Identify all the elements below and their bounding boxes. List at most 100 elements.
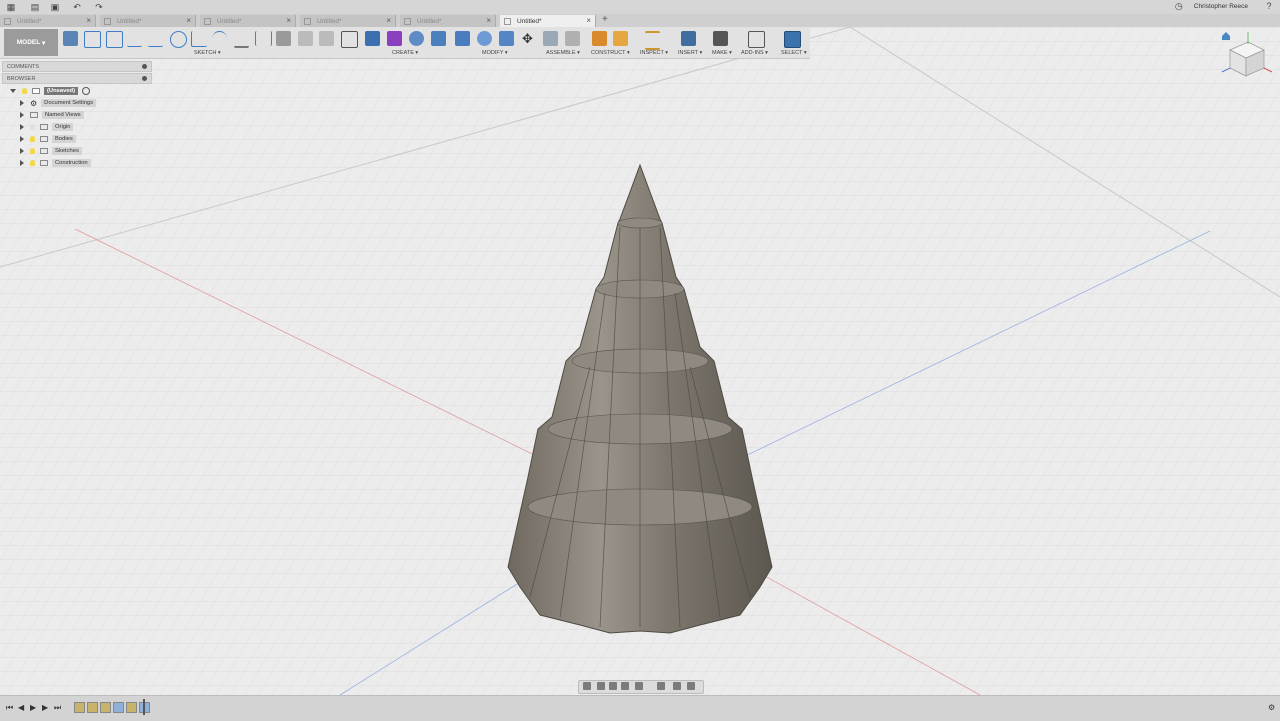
mirror-icon[interactable]: [298, 31, 313, 46]
timeline-settings-icon[interactable]: ⚙: [1268, 703, 1275, 712]
home-view-icon[interactable]: [1222, 32, 1230, 40]
timeline-feature-icon[interactable]: [100, 702, 111, 713]
document-tab[interactable]: Untitled* ×: [400, 15, 496, 27]
sweep-icon[interactable]: [431, 31, 446, 46]
grid-settings-icon[interactable]: [673, 682, 681, 690]
extrude-icon[interactable]: [365, 31, 380, 46]
new-tab-icon[interactable]: +: [602, 14, 608, 25]
undo-icon[interactable]: ↶: [72, 2, 82, 12]
file-menu-icon[interactable]: ▤: [30, 2, 40, 12]
close-tab-icon[interactable]: ×: [386, 16, 391, 25]
arc-icon[interactable]: [212, 31, 227, 47]
tree-root[interactable]: (Unsaved): [2, 85, 152, 97]
display-settings-icon[interactable]: [657, 682, 665, 690]
plane-at-angle-icon[interactable]: [613, 31, 628, 46]
activate-icon[interactable]: [82, 87, 91, 95]
orbit-icon[interactable]: [583, 682, 591, 690]
tree-item-sketches[interactable]: Sketches: [2, 145, 152, 157]
add-ins-menu[interactable]: ADD-INS ▾: [741, 50, 768, 56]
fillet-icon[interactable]: [477, 31, 492, 46]
line-icon[interactable]: [84, 31, 101, 48]
zoom-icon[interactable]: [621, 682, 629, 690]
close-tab-icon[interactable]: ×: [286, 16, 291, 25]
text-icon[interactable]: [276, 31, 291, 46]
timeline-feature-icon[interactable]: [74, 702, 85, 713]
scripts-icon[interactable]: [748, 31, 765, 48]
timeline-step-back-icon[interactable]: ◀: [18, 703, 24, 712]
close-tab-icon[interactable]: ×: [486, 16, 491, 25]
new-component-icon[interactable]: [543, 31, 558, 46]
project-icon[interactable]: [234, 31, 249, 48]
document-tab[interactable]: Untitled* ×: [100, 15, 196, 27]
3d-viewport[interactable]: [0, 27, 1280, 695]
timeline-feature-icon[interactable]: [113, 702, 124, 713]
timeline-feature-icon[interactable]: [126, 702, 137, 713]
modify-menu[interactable]: MODIFY ▾: [482, 50, 508, 56]
inspect-menu[interactable]: INSPECT ▾: [640, 50, 668, 56]
timeline-feature-icon[interactable]: [87, 702, 98, 713]
tree-item-bodies[interactable]: Bodies: [2, 133, 152, 145]
revolve-icon[interactable]: [409, 31, 424, 46]
browser-panel-header[interactable]: BROWSER: [2, 73, 152, 84]
create-sketch-icon[interactable]: [63, 31, 78, 46]
dimension-icon[interactable]: [255, 31, 272, 46]
visibility-bulb-icon[interactable]: [30, 148, 35, 154]
document-tab[interactable]: Untitled* ×: [0, 15, 96, 27]
tree-item-document-settings[interactable]: ⚙ Document Settings: [2, 97, 152, 109]
joint-icon[interactable]: [565, 31, 580, 46]
panel-pin-icon[interactable]: [142, 76, 147, 81]
timeline-start-icon[interactable]: ⏮: [6, 703, 13, 713]
close-tab-icon[interactable]: ×: [586, 16, 591, 25]
insert-menu[interactable]: INSERT ▾: [678, 50, 702, 56]
user-name[interactable]: Christopher Reece: [1194, 3, 1248, 10]
collapse-icon[interactable]: [10, 89, 16, 93]
measure-icon[interactable]: [645, 31, 660, 50]
tree-item-named-views[interactable]: Named Views: [2, 109, 152, 121]
visibility-bulb-icon[interactable]: [30, 124, 35, 130]
make-menu[interactable]: MAKE ▾: [712, 50, 732, 56]
workspace-switcher-button[interactable]: MODEL ▾: [4, 29, 58, 56]
assemble-menu[interactable]: ASSEMBLE ▾: [546, 50, 580, 56]
document-tab[interactable]: Untitled* ×: [200, 15, 296, 27]
visibility-bulb-icon[interactable]: [30, 160, 35, 166]
job-status-icon[interactable]: ◷: [1174, 1, 1184, 11]
timeline-end-icon[interactable]: ⏭: [54, 703, 61, 713]
visibility-bulb-icon[interactable]: [22, 88, 27, 94]
timeline-marker[interactable]: [143, 699, 145, 715]
cone-model[interactable]: [507, 163, 773, 634]
save-icon[interactable]: ▣: [50, 2, 60, 12]
app-grid-icon[interactable]: ▦: [6, 2, 16, 12]
expand-icon[interactable]: [20, 148, 24, 154]
pattern-icon[interactable]: [319, 31, 334, 46]
construct-menu[interactable]: CONSTRUCT ▾: [591, 50, 630, 56]
comments-panel-header[interactable]: COMMENTS: [2, 61, 152, 72]
sketch-menu[interactable]: SKETCH ▾: [194, 50, 221, 56]
select-icon[interactable]: [784, 31, 801, 48]
circle-icon[interactable]: [170, 31, 187, 48]
point-icon[interactable]: [191, 31, 207, 47]
create-menu[interactable]: CREATE ▾: [392, 50, 418, 56]
look-at-icon[interactable]: [597, 682, 605, 690]
chamfer-icon[interactable]: [499, 31, 514, 46]
help-icon[interactable]: ?: [1264, 1, 1274, 11]
timeline-step-forward-icon[interactable]: ▶: [42, 703, 48, 712]
timeline-play-icon[interactable]: ▶: [30, 703, 36, 712]
fit-icon[interactable]: [635, 682, 643, 690]
offset-plane-icon[interactable]: [592, 31, 607, 46]
stop-sketch-icon[interactable]: [341, 31, 358, 48]
tree-item-construction[interactable]: Construction: [2, 157, 152, 169]
expand-icon[interactable]: [20, 136, 24, 142]
move-icon[interactable]: ✥: [520, 31, 535, 46]
view-cube[interactable]: [1216, 30, 1276, 82]
panel-pin-icon[interactable]: [142, 64, 147, 69]
expand-icon[interactable]: [20, 160, 24, 166]
tree-item-origin[interactable]: Origin: [2, 121, 152, 133]
close-tab-icon[interactable]: ×: [86, 16, 91, 25]
expand-icon[interactable]: [20, 124, 24, 130]
insert-image-icon[interactable]: [681, 31, 696, 46]
visibility-bulb-icon[interactable]: [30, 136, 35, 142]
expand-icon[interactable]: [20, 112, 24, 118]
form-icon[interactable]: [387, 31, 402, 46]
close-tab-icon[interactable]: ×: [186, 16, 191, 25]
select-menu[interactable]: SELECT ▾: [781, 50, 807, 56]
